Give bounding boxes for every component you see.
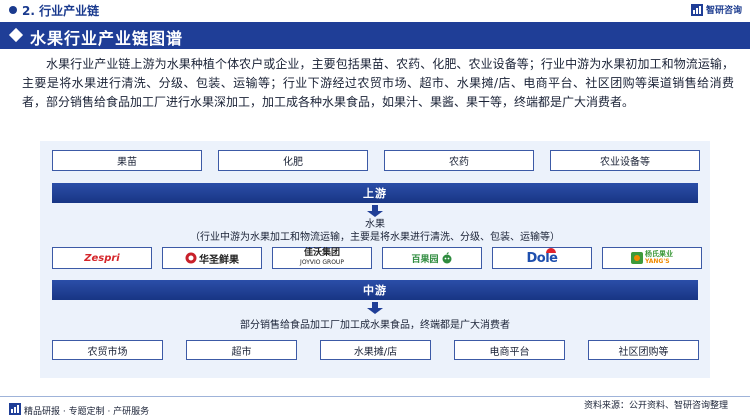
upstream-item-pesticide: 农药 (384, 150, 534, 171)
upstream-item-fertilizer: 化肥 (218, 150, 368, 171)
logo-box-dole: Dole (492, 247, 592, 269)
logo-box-yangs: 杨氏果业 YANG'S (602, 247, 702, 269)
dole-sun-icon (545, 247, 556, 253)
intro-paragraph: 水果行业产业链上游为水果种植个体农户或企业，主要包括果苗、农药、化肥、农业设备等… (22, 57, 734, 110)
top-bar: 2. 行业产业链 智研咨询 (0, 0, 750, 20)
footer-divider (0, 396, 750, 397)
downstream-note: 部分销售给食品加工厂加工成水果食品，终端都是广大消费者 (240, 320, 510, 331)
midstream-title: 水果 (365, 219, 385, 230)
footer-services: 精品研报 · 专题定制 · 产研服务 (24, 407, 150, 417)
joyvio-logo: 佳沃集团 JOYVIO GROUP (300, 248, 344, 267)
section-bullet-icon (9, 6, 17, 14)
diamond-icon (8, 27, 24, 43)
title-bar: 水果行业产业链图谱 (0, 22, 750, 49)
section-title: 2. 行业产业链 (22, 4, 100, 18)
midstream-subtitle: （行业中游为水果加工和物流运输，主要是将水果进行清洗、分级、包装、运输等） (190, 232, 560, 243)
downstream-channels: 农贸市场 超市 水果摊/店 电商平台 社区团购等 (52, 340, 699, 360)
channel-ecommerce: 电商平台 (454, 340, 565, 360)
upstream-item-equipment: 农业设备等 (550, 150, 700, 171)
channel-farmers-market: 农贸市场 (52, 340, 163, 360)
zespri-logo: Zespri (84, 252, 120, 264)
midstream-stage-bar: 中游 (52, 280, 698, 300)
channel-fruit-stall: 水果摊/店 (320, 340, 431, 360)
huasheng-mark-icon (185, 252, 197, 264)
brand-name: 智研咨询 (705, 6, 742, 16)
footer: 精品研报 · 专题定制 · 产研服务 资料来源：公开资料、智研咨询整理 (0, 394, 750, 420)
midstream-logos: Zespri 华圣鲜果 佳沃集团 JOYVIO GROUP 百果园 Dole 杨… (52, 247, 702, 269)
channel-supermarket: 超市 (186, 340, 297, 360)
baiguoyuan-mascot-icon (442, 252, 451, 264)
brand: 智研咨询 (690, 3, 742, 16)
logo-box-joyvio: 佳沃集团 JOYVIO GROUP (272, 247, 372, 269)
footer-logo-icon (9, 403, 21, 415)
upstream-stage-bar: 上游 (52, 183, 698, 203)
upstream-item-seedlings: 果苗 (52, 150, 202, 171)
down-arrow-icon (367, 205, 383, 217)
logo-box-baiguoyuan: 百果园 (382, 247, 482, 269)
huasheng-logo: 华圣鲜果 (185, 251, 239, 266)
logo-box-zespri: Zespri (52, 247, 152, 269)
footer-source: 资料来源：公开资料、智研咨询整理 (583, 401, 728, 411)
logo-box-huasheng: 华圣鲜果 (162, 247, 262, 269)
channel-community-group-buy: 社区团购等 (588, 340, 699, 360)
baiguoyuan-logo: 百果园 (411, 252, 452, 265)
dole-logo: Dole (527, 247, 558, 266)
industry-chain-diagram: 果苗 化肥 农药 农业设备等 上游 水果 （行业中游为水果加工和物流运输，主要是… (40, 141, 710, 378)
upstream-items: 果苗 化肥 农药 农业设备等 (52, 150, 700, 171)
brand-logo-icon (690, 3, 703, 16)
page-title: 水果行业产业链图谱 (30, 29, 184, 48)
yangs-mark-icon (631, 252, 643, 264)
yangs-logo: 杨氏果业 YANG'S (631, 251, 673, 265)
down-arrow-icon (367, 302, 383, 314)
